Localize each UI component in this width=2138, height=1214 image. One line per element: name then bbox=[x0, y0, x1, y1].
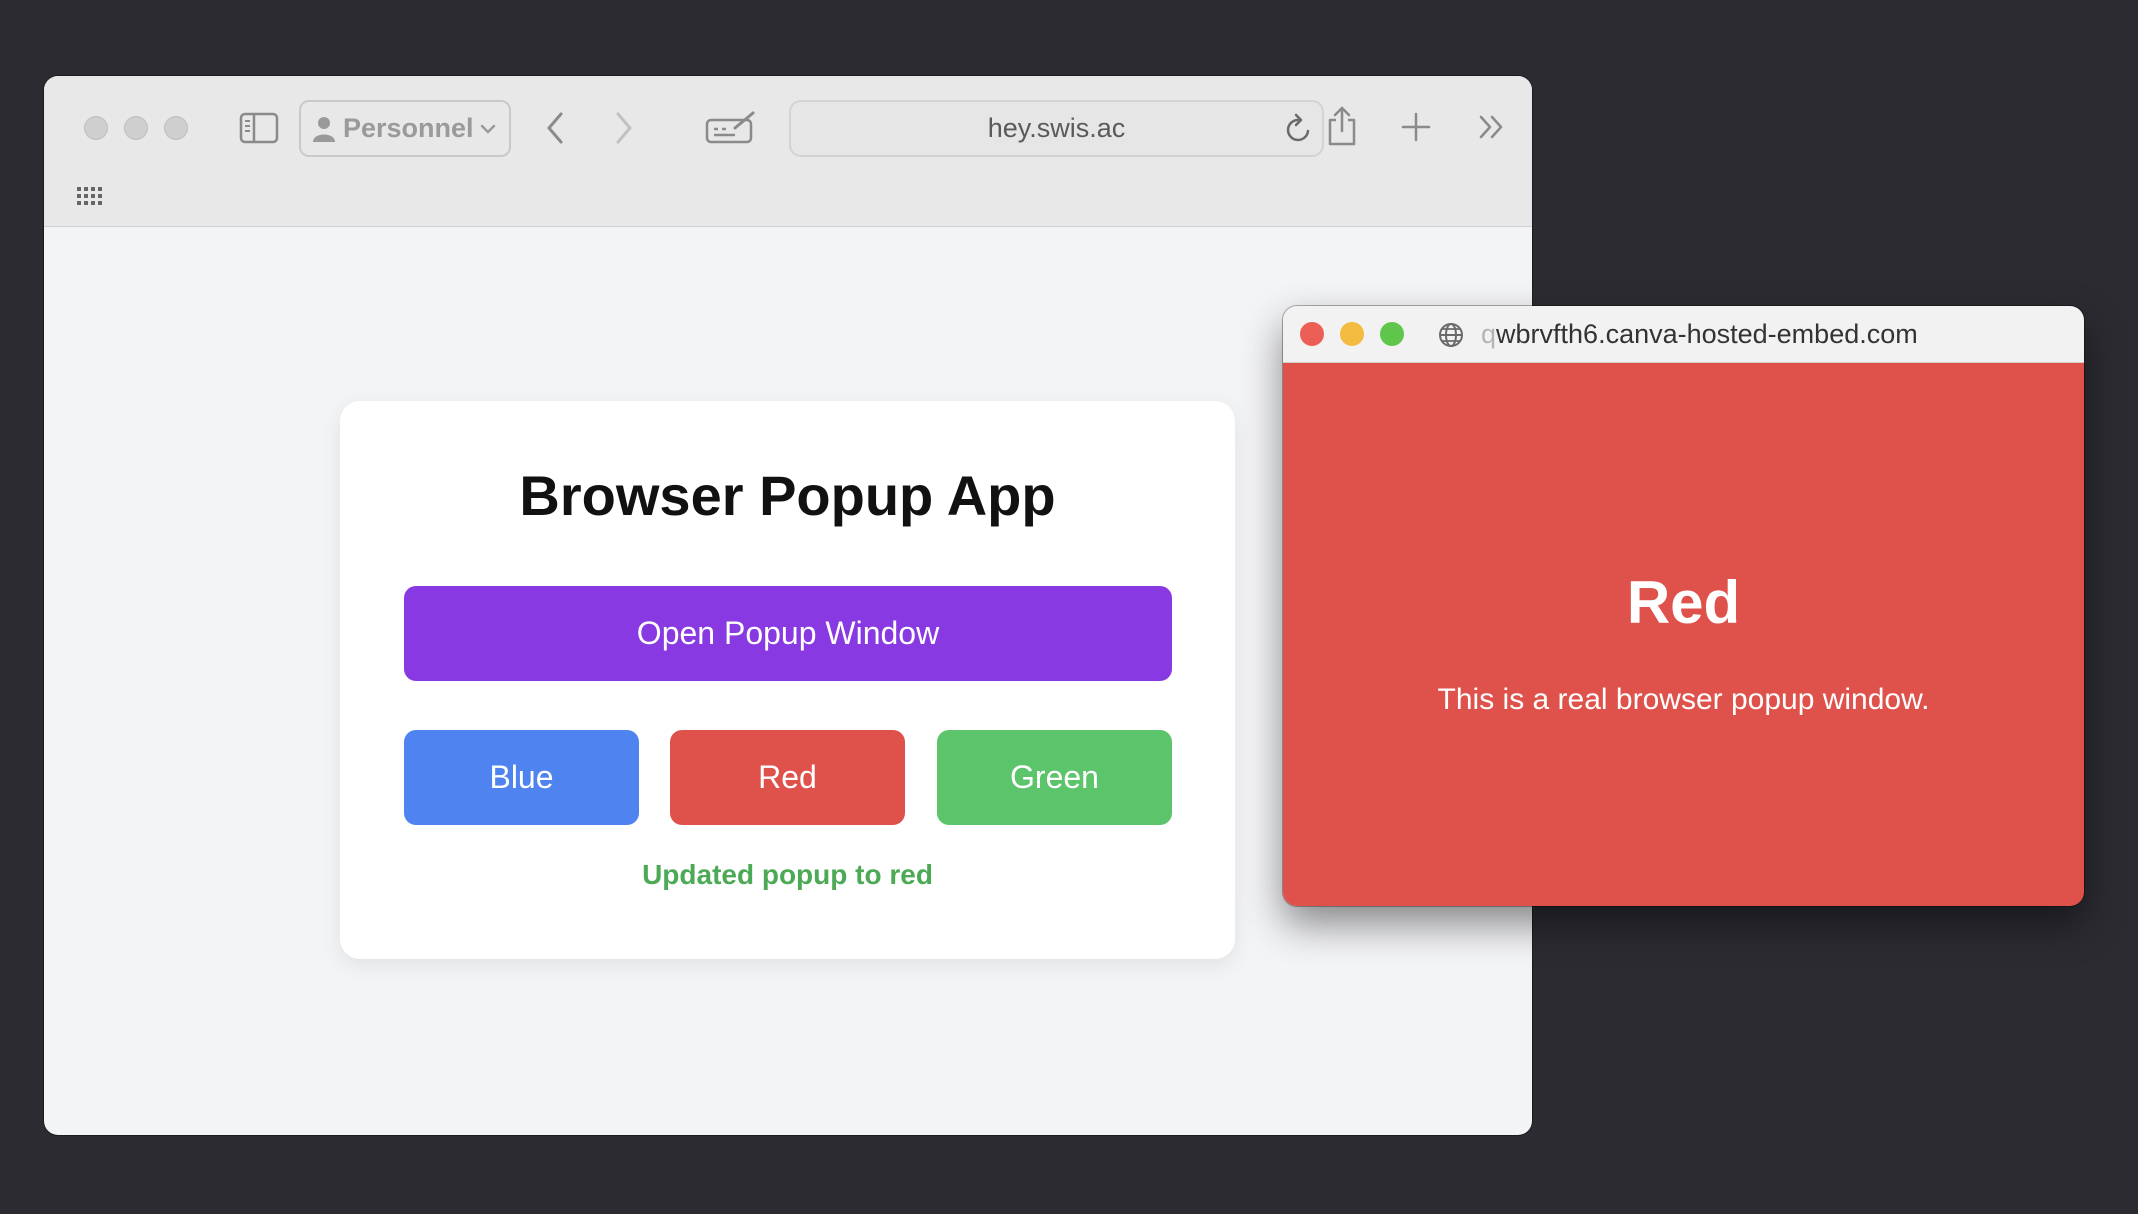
popup-window: q wbrvfth6.canva-hosted-embed.com Red Thi… bbox=[1283, 306, 2084, 906]
window-close-button[interactable] bbox=[84, 116, 108, 140]
browser-toolbar: Personnel hey.swis.ac bbox=[44, 76, 1532, 227]
status-message: Updated popup to red bbox=[642, 859, 933, 890]
grid-icon[interactable] bbox=[77, 187, 103, 212]
open-popup-button[interactable]: Open Popup Window bbox=[404, 586, 1172, 681]
green-button[interactable]: Green bbox=[937, 730, 1172, 825]
address-text: hey.swis.ac bbox=[987, 113, 1126, 143]
blue-button[interactable]: Blue bbox=[404, 730, 639, 825]
window-zoom-button[interactable] bbox=[164, 116, 188, 140]
popup-url: q wbrvfth6.canva-hosted-embed.com bbox=[1481, 306, 1918, 363]
chevron-left-icon[interactable] bbox=[541, 106, 569, 150]
popup-minimize-button[interactable] bbox=[1340, 322, 1364, 346]
app-card: Browser Popup App Open Popup Window Blue… bbox=[340, 401, 1235, 959]
person-icon bbox=[313, 116, 335, 142]
plus-icon[interactable] bbox=[1399, 110, 1433, 144]
double-chevron-icon[interactable] bbox=[1476, 112, 1508, 142]
sidebar-icon[interactable] bbox=[238, 110, 280, 146]
popup-zoom-button[interactable] bbox=[1380, 322, 1404, 346]
popup-url-faded: q bbox=[1481, 319, 1497, 349]
popup-title: Red bbox=[1626, 569, 1741, 636]
popup-message: This is a real browser popup window. bbox=[1437, 683, 1930, 716]
red-button[interactable]: Red bbox=[670, 730, 905, 825]
popup-titlebar: q wbrvfth6.canva-hosted-embed.com bbox=[1283, 306, 2084, 363]
address-bar[interactable]: hey.swis.ac bbox=[789, 100, 1324, 157]
reload-icon[interactable] bbox=[1282, 112, 1314, 153]
popup-close-button[interactable] bbox=[1300, 322, 1324, 346]
window-minimize-button[interactable] bbox=[124, 116, 148, 140]
chevron-down-icon bbox=[480, 124, 495, 134]
popup-content: Red This is a real browser popup window. bbox=[1283, 363, 2084, 906]
compose-icon[interactable] bbox=[704, 106, 758, 150]
share-icon[interactable] bbox=[1325, 102, 1359, 150]
profile-label: Personnel bbox=[343, 113, 474, 143]
page-title: Browser Popup App bbox=[519, 464, 1056, 527]
popup-url-main: wbrvfth6.canva-hosted-embed.com bbox=[1496, 319, 1918, 349]
profile-button[interactable]: Personnel bbox=[299, 100, 511, 157]
globe-icon bbox=[1436, 320, 1466, 350]
chevron-right-icon[interactable] bbox=[610, 106, 638, 150]
